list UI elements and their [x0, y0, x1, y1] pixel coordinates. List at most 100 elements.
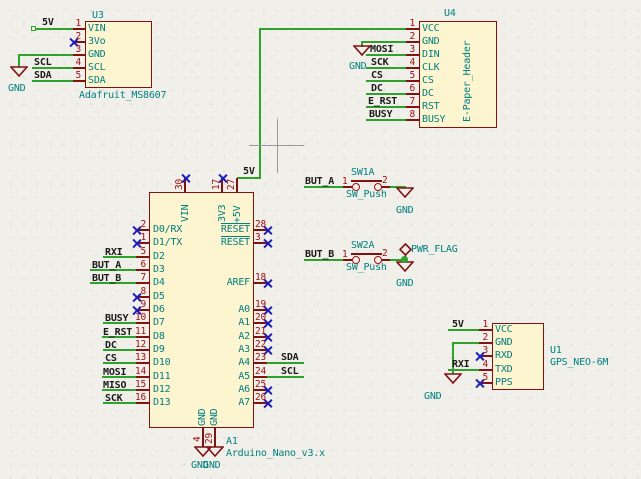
u4-pin-name: DIN: [422, 49, 439, 60]
sw1-contact-bar[interactable]: [351, 180, 382, 182]
sw1-reference[interactable]: SW1A: [351, 167, 374, 178]
ard-pin-number: 21: [255, 326, 266, 337]
net-label-5v-u3[interactable]: 5V: [42, 17, 54, 28]
gnd-symbol-u3[interactable]: [10, 66, 28, 77]
u4-pin-name: GND: [422, 36, 439, 47]
net-label-but-b-sw2[interactable]: BUT_B: [305, 249, 334, 260]
gnd-symbol-u4[interactable]: [353, 45, 371, 56]
net-label-sda-u3[interactable]: SDA: [34, 70, 51, 81]
u4-reference[interactable]: U4: [444, 8, 456, 19]
net-label-rxi-u1[interactable]: RXI: [452, 359, 469, 370]
arduino-value[interactable]: Arduino_Nano_v3.x: [226, 448, 325, 459]
sw2-value[interactable]: SW_Push: [346, 262, 387, 273]
ard-pin-name: A6: [195, 384, 250, 395]
pin-sw2-2[interactable]: [381, 259, 390, 261]
u4-pin-name: DC: [422, 88, 434, 99]
ard-pin-number: 2: [133, 219, 146, 230]
gnd-label-sw1: GND: [396, 205, 413, 216]
net-label-e-rst-u4[interactable]: E_RST: [368, 96, 397, 107]
gnd-label-u1: GND: [424, 391, 441, 402]
u4-pin-number: 5: [404, 70, 415, 81]
net-label-busy-u4[interactable]: BUSY: [369, 109, 392, 120]
ard-pin-name: D10: [153, 357, 170, 368]
u1-pin-number: 1: [477, 319, 488, 330]
ard-pin-number: 13: [133, 352, 146, 363]
net-label-e-rst[interactable]: E_RST: [103, 327, 132, 338]
ard-pin-name: A2: [195, 331, 250, 342]
ard-pin-name: RESET: [195, 224, 250, 235]
ard-pin-name: D13: [153, 397, 170, 408]
gnd-label-u4: GND: [349, 61, 366, 72]
ard-pin-number: 30: [174, 179, 185, 190]
u1-pin-number: 2: [477, 332, 488, 343]
ard-pin-number: 29: [204, 433, 215, 444]
ard-pin-number: 9: [133, 299, 146, 310]
net-label-scl-arduino[interactable]: SCL: [281, 366, 298, 377]
u3-pin-name: GND: [88, 49, 105, 60]
u4-pin-name: VCC: [422, 23, 439, 34]
sw1-value[interactable]: SW_Push: [346, 189, 387, 200]
u4-pin-number: 1: [404, 18, 415, 29]
net-label-busy[interactable]: BUSY: [105, 313, 128, 324]
ard-pin-number: 20: [255, 312, 266, 323]
net-label-mosi-u4[interactable]: MOSI: [370, 44, 393, 55]
net-label-but-a-sw1[interactable]: BUT_A: [305, 176, 334, 187]
wire-u4-gnd[interactable]: [362, 41, 406, 43]
ard-pin-name: D12: [153, 384, 170, 395]
ard-pin-name: D0/RX: [153, 224, 182, 235]
net-label-scl-u3[interactable]: SCL: [34, 57, 51, 68]
gnd-symbol-sw1[interactable]: [396, 187, 414, 198]
wire-end-square: [31, 26, 36, 31]
net-label-sck-u4[interactable]: SCK: [371, 57, 388, 68]
pwr-flag-label[interactable]: PWR_FLAG: [411, 244, 458, 255]
wire-u3-gnd-h[interactable]: [19, 54, 73, 56]
sw2-reference[interactable]: SW2A: [351, 240, 374, 251]
ard-pin-name: A7: [195, 397, 250, 408]
net-label-dc[interactable]: DC: [105, 340, 117, 351]
no-connect-ard-reset2[interactable]: [262, 238, 272, 248]
ard-pin-number: 4: [192, 436, 203, 442]
wire-u1-gnd-h[interactable]: [452, 342, 479, 344]
wire-5v-to-arduino[interactable]: [237, 177, 261, 179]
net-label-5v-arduino[interactable]: 5V: [243, 166, 255, 177]
u4-pin-number: 3: [404, 44, 415, 55]
sw2-contact-bar[interactable]: [351, 253, 382, 255]
net-label-sck[interactable]: SCK: [105, 393, 122, 404]
u3-pin-number: 4: [70, 57, 81, 68]
u1-pin-number: 5: [477, 372, 488, 383]
net-label-dc-u4[interactable]: DC: [371, 83, 383, 94]
u4-value[interactable]: E-Paper_Header: [462, 41, 473, 123]
junction-dot: [401, 256, 408, 263]
wire-u4-vcc-h[interactable]: [260, 28, 406, 30]
gnd-symbol-arduino-2[interactable]: [206, 446, 224, 457]
ard-pin-name: D2: [153, 251, 165, 262]
u1-pin-name: RXD: [495, 350, 512, 361]
gnd-symbol-u1[interactable]: [444, 373, 462, 384]
u3-pin-number: 1: [70, 18, 81, 29]
ard-pin-name-+5v: +5V: [232, 206, 243, 223]
net-label-cs[interactable]: CS: [105, 353, 117, 364]
u4-pin-name: CLK: [422, 62, 439, 73]
u4-pin-number: 8: [404, 109, 415, 120]
net-label-but-b[interactable]: BUT_B: [92, 273, 121, 284]
net-label-mosi[interactable]: MOSI: [103, 367, 126, 378]
schematic-canvas[interactable]: U3 Adafruit_MS8607 VIN 3Vo GND SCL SDA 1…: [0, 0, 641, 479]
wire-u4-vcc-v[interactable]: [259, 28, 261, 178]
net-label-5v-u1[interactable]: 5V: [452, 319, 464, 330]
u3-reference[interactable]: U3: [92, 10, 104, 21]
net-label-cs-u4[interactable]: CS: [371, 70, 383, 81]
u1-value[interactable]: GPS_NEO-6M: [550, 357, 608, 368]
wire-u3-5v[interactable]: [36, 28, 73, 30]
ard-pin-number: 17: [211, 179, 222, 190]
ard-pin-name: A5: [195, 371, 250, 382]
gnd-label-u3: GND: [8, 83, 25, 94]
u3-value[interactable]: Adafruit_MS8607: [79, 90, 166, 101]
ard-pin-name: D5: [153, 291, 165, 302]
u1-reference[interactable]: U1: [550, 345, 562, 356]
net-label-but-a[interactable]: BUT_A: [92, 260, 121, 271]
net-label-miso[interactable]: MISO: [103, 380, 126, 391]
net-label-rxi[interactable]: RXI: [105, 247, 122, 258]
arduino-reference[interactable]: A1: [226, 436, 238, 447]
net-label-sda-arduino[interactable]: SDA: [281, 352, 298, 363]
pin-sw1-2[interactable]: [381, 186, 390, 188]
